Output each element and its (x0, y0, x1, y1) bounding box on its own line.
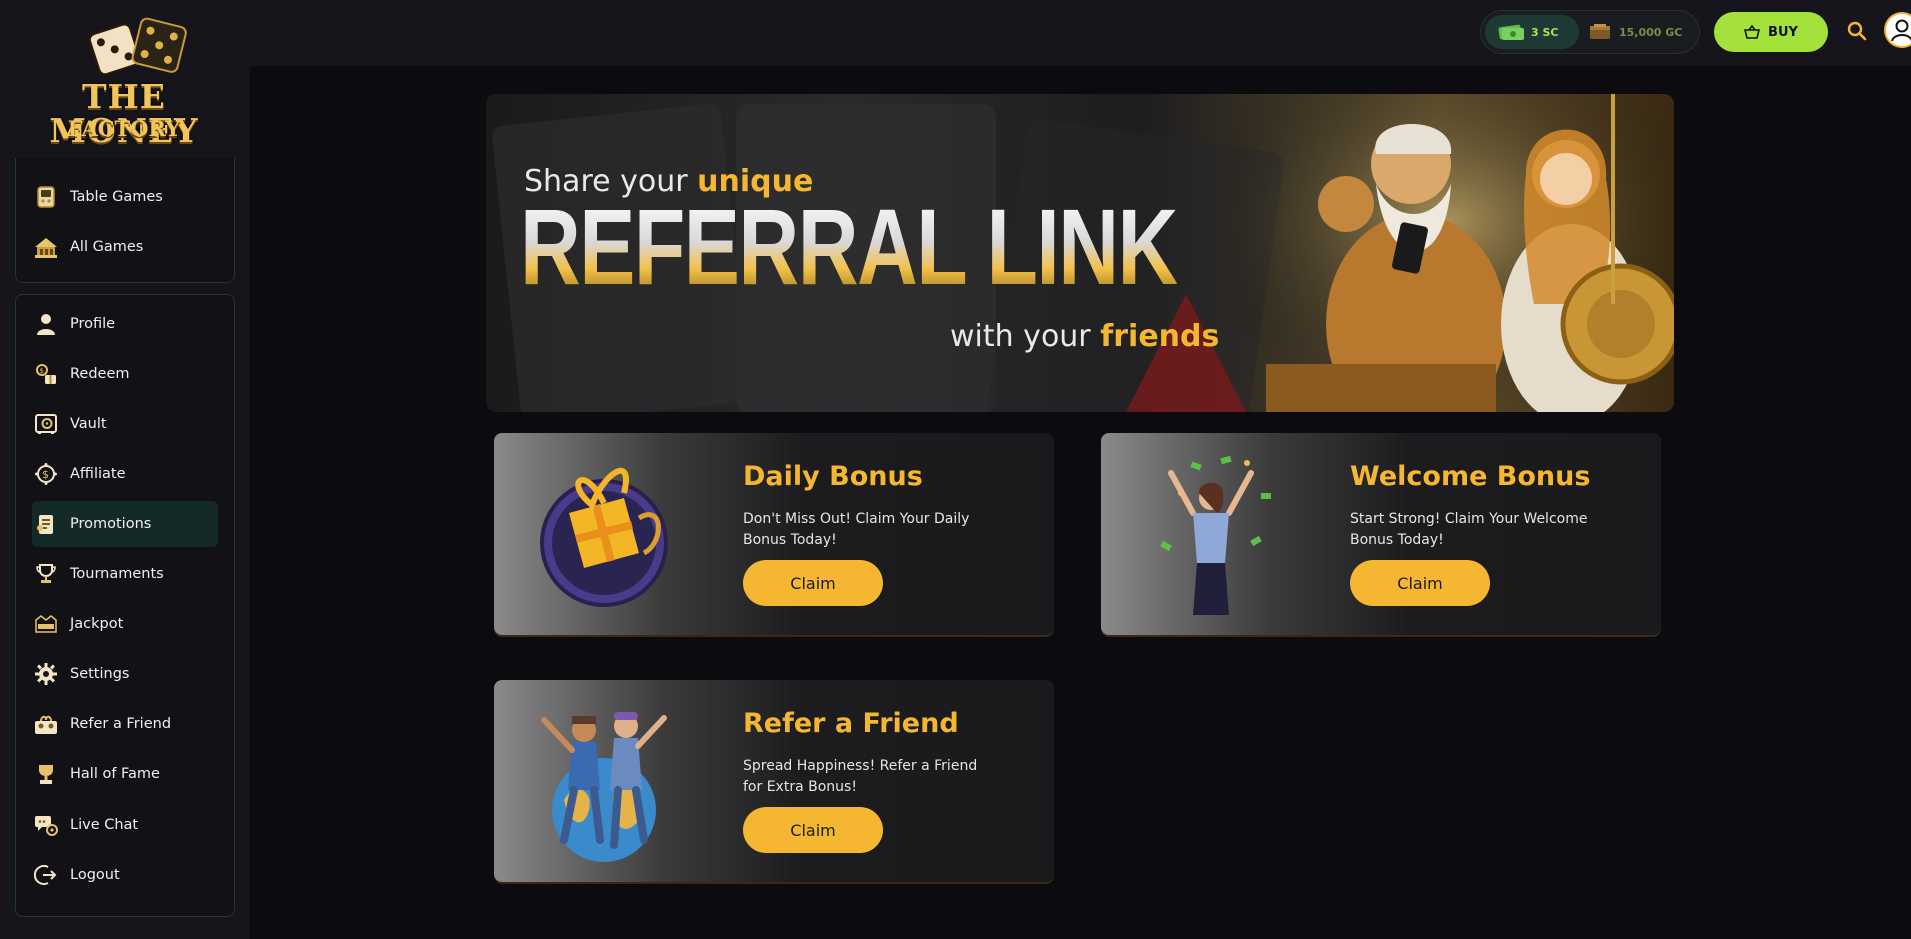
search-icon[interactable] (1846, 20, 1868, 42)
coin-stack-icon (1590, 24, 1610, 39)
all-games-icon (32, 233, 60, 261)
sidebar-item-label: Jackpot (70, 616, 124, 632)
banner-line3: with your friends (950, 319, 1219, 354)
nav-group-account: Profile $ Redeem Vault $ Affiliate Promo… (15, 294, 235, 917)
sc-balance-pill[interactable]: 3 SC (1485, 15, 1579, 49)
sidebar-item-refer-a-friend[interactable]: Refer a Friend (32, 701, 218, 747)
sidebar-item-jackpot[interactable]: Jackpot (32, 601, 218, 647)
sc-balance: 3 SC (1531, 25, 1559, 39)
gods-illustration (1226, 94, 1674, 412)
sidebar-item-promotions[interactable]: Promotions (32, 501, 218, 547)
user-avatar-icon (1886, 14, 1911, 46)
claim-daily-bonus-button[interactable]: Claim (743, 560, 883, 606)
sidebar-item-tournaments[interactable]: Tournaments (32, 551, 218, 597)
table-games-icon (32, 183, 60, 211)
card-title: Refer a Friend (743, 708, 959, 739)
logo-subtitle: FACTORY (67, 116, 181, 141)
sidebar-item-label: Tournaments (70, 566, 164, 582)
card-description: Start Strong! Claim Your Welcome Bonus T… (1350, 511, 1588, 548)
vault-icon (32, 410, 60, 438)
banner-line3-highlight: friends (1100, 319, 1220, 354)
profile-icon (32, 310, 60, 338)
affiliate-icon: $ (32, 460, 60, 488)
gift-box-icon (540, 467, 668, 607)
jackpot-icon (32, 610, 60, 638)
card-title: Welcome Bonus (1350, 461, 1591, 492)
logout-icon (32, 861, 60, 889)
card-description: Spread Happiness! Refer a Friend for Ext… (743, 758, 978, 795)
claim-welcome-bonus-button[interactable]: Claim (1350, 560, 1490, 606)
card-description: Don't Miss Out! Claim Your Daily Bonus T… (743, 511, 970, 548)
svg-text:$: $ (40, 367, 44, 375)
redeem-icon: $ (32, 360, 60, 388)
sidebar-item-label: Refer a Friend (70, 716, 172, 732)
sidebar-item-label: Hall of Fame (70, 766, 160, 782)
basket-icon (1744, 25, 1761, 39)
sidebar-item-label: Profile (70, 316, 116, 332)
sidebar-item-label: Vault (70, 416, 107, 432)
tournaments-icon (32, 560, 60, 588)
sidebar-item-label: Settings (70, 666, 130, 682)
sidebar-item-affiliate[interactable]: $ Affiliate (32, 451, 218, 497)
promo-card-daily-bonus: Daily Bonus Don't Miss Out! Claim Your D… (494, 433, 1054, 635)
banner-line3-text: with your (950, 319, 1101, 354)
buy-label: BUY (1768, 24, 1798, 40)
wallet-balance[interactable]: 3 SC 15,000 GC (1480, 10, 1700, 54)
sidebar-item-settings[interactable]: Settings (32, 651, 218, 697)
refer-icon (32, 710, 60, 738)
sidebar-item-label: All Games (70, 239, 144, 255)
nav-group-games: Table Games All Games (15, 158, 235, 283)
promo-card-refer-a-friend: Refer a Friend Spread Happiness! Refer a… (494, 680, 1054, 882)
friends-on-globe-icon (541, 712, 667, 862)
sidebar-item-label: Affiliate (70, 466, 126, 482)
sidebar-item-label: Table Games (70, 189, 163, 205)
card-title: Daily Bonus (743, 461, 923, 492)
sidebar-item-label: Promotions (70, 516, 152, 532)
sidebar-item-vault[interactable]: Vault (32, 401, 218, 447)
sidebar-item-label: Redeem (70, 366, 130, 382)
sidebar: THE MONEY FACTORY Table Games All Games … (0, 0, 250, 939)
sidebar-item-hall-of-fame[interactable]: Hall of Fame (32, 751, 218, 797)
svg-text:$: $ (42, 468, 49, 481)
logo[interactable]: THE MONEY FACTORY (14, 10, 234, 148)
banner-headline: REFERRAL LINK (520, 186, 1178, 307)
sidebar-item-redeem[interactable]: $ Redeem (32, 351, 218, 397)
claim-refer-a-friend-button[interactable]: Claim (743, 807, 883, 853)
celebrating-woman-icon (1160, 455, 1271, 615)
sidebar-item-all-games[interactable]: All Games (32, 224, 218, 270)
hall-of-fame-icon (32, 760, 60, 788)
sidebar-item-logout[interactable]: Logout (32, 852, 218, 898)
sidebar-item-label: Live Chat (70, 817, 139, 833)
gc-balance-pill[interactable]: 15,000 GC (1587, 15, 1695, 49)
promo-card-welcome-bonus: Welcome Bonus Start Strong! Claim Your W… (1101, 433, 1661, 635)
sidebar-item-table-games[interactable]: Table Games (32, 174, 218, 220)
sidebar-item-profile[interactable]: Profile (32, 301, 218, 347)
sidebar-item-label: Logout (70, 867, 120, 883)
avatar[interactable] (1884, 12, 1911, 48)
live-chat-icon (32, 811, 60, 839)
gc-balance: 15,000 GC (1619, 25, 1683, 39)
sidebar-item-live-chat[interactable]: Live Chat (32, 802, 218, 848)
cash-icon (1498, 24, 1524, 40)
referral-banner[interactable]: Share your unique REFERRAL LINK with you… (486, 94, 1674, 412)
settings-icon (32, 660, 60, 688)
dice-logo-icon (88, 17, 187, 76)
buy-button[interactable]: BUY (1714, 12, 1828, 52)
top-bar: 3 SC 15,000 GC BUY (250, 0, 1911, 66)
promotions-icon (32, 510, 60, 538)
